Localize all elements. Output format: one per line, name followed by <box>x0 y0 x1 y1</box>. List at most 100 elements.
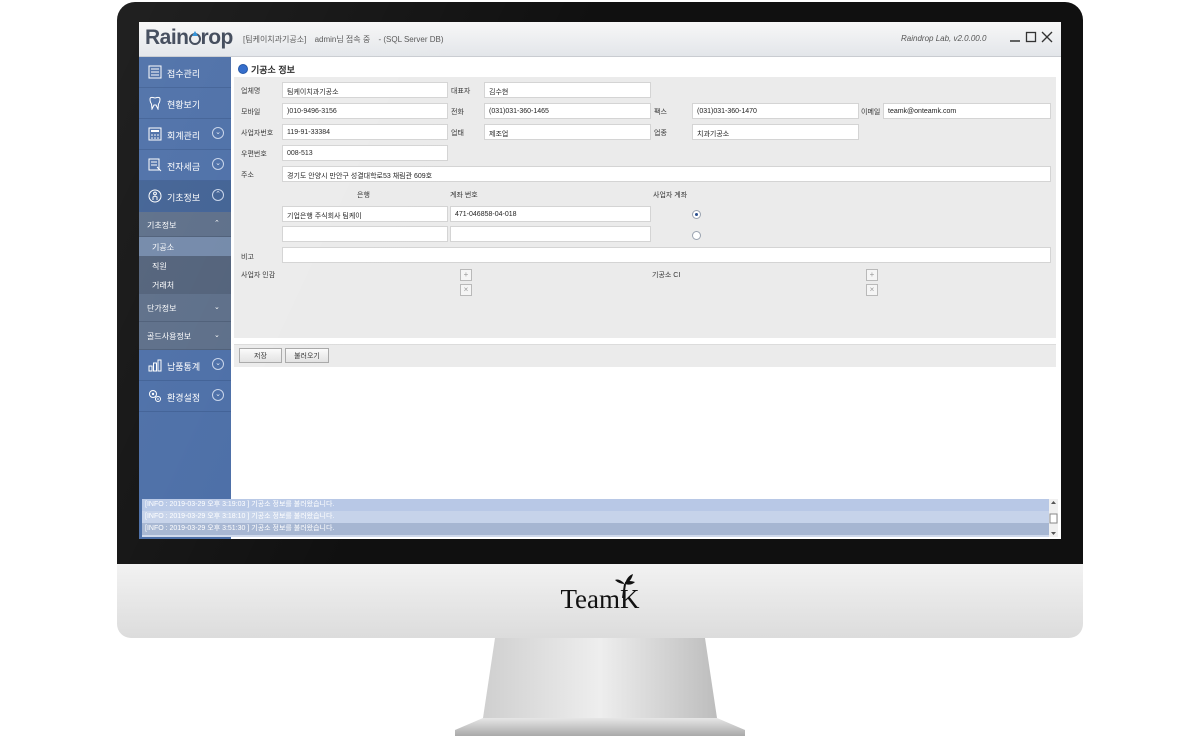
business-account-radio[interactable] <box>692 210 701 219</box>
main-content: 기공소 정보 업체명 팀케이치과기공소 대표자 김수현 모바일 )010-949… <box>231 57 1061 497</box>
caret-up-icon: ⌃ <box>214 220 220 227</box>
sidebar-subitem-staff[interactable]: 직원 <box>139 256 231 275</box>
memo-label: 비고 <box>241 254 254 261</box>
sidebar-item-label: 전자세금 <box>167 162 201 172</box>
log-panel: [INFO : 2019-03-29 오후 3:19:03 ] 기공소 정보를 … <box>142 499 1058 537</box>
log-scrollbar[interactable] <box>1049 499 1058 537</box>
phone-field[interactable]: (031)031-360-1465 <box>484 103 651 119</box>
info-icon <box>148 189 162 203</box>
mobile-label: 모바일 <box>241 109 261 116</box>
leaf-logo-icon <box>615 574 635 599</box>
monitor-chin: TeamK <box>117 564 1083 638</box>
bizno-label: 사업자번호 <box>241 130 274 137</box>
seal-label: 사업자 인감 <box>241 272 276 279</box>
company-field[interactable]: 팀케이치과기공소 <box>282 82 448 98</box>
email-label: 이메일 <box>861 109 881 116</box>
sidebar-subgroup-basic-info[interactable]: 기초정보 ⌃ <box>139 212 231 237</box>
title-info: [팀케이치과기공소] admin님 접속 중 - (SQL Server DB) <box>243 34 450 45</box>
lab-info-form: 업체명 팀케이치과기공소 대표자 김수현 모바일 )010-9496-3156 … <box>234 77 1056 338</box>
sidebar-item-label: 접수관리 <box>167 69 201 79</box>
app-logo: Rain rop <box>145 26 233 50</box>
chevron-down-icon[interactable]: ⌄ <box>212 158 224 170</box>
business-account-column-header: 사업자 계좌 <box>653 192 688 199</box>
caret-down-icon: ⌄ <box>214 332 220 339</box>
db-info: - (SQL Server DB) <box>378 35 444 44</box>
subitem-label: 기공소 <box>152 243 175 252</box>
phone-label: 전화 <box>451 109 464 116</box>
bullet-icon <box>238 64 248 74</box>
email-field[interactable]: teamk@onteamk.com <box>883 103 1051 119</box>
close-icon[interactable] <box>1041 31 1053 43</box>
zip-field[interactable]: 008-513 <box>282 145 448 161</box>
chevron-down-icon[interactable]: ⌄ <box>212 389 224 401</box>
chevron-up-icon[interactable]: ⌃ <box>212 189 224 201</box>
ceo-field[interactable]: 김수현 <box>484 82 651 98</box>
invoice-icon <box>148 158 162 172</box>
bank-name-field[interactable]: 기업은행 주식회사 팀케이 <box>282 206 448 222</box>
address-field[interactable]: 경기도 안양시 만안구 성결대학로53 채림관 609호 <box>282 166 1051 182</box>
account-column-header: 계좌 번호 <box>450 192 478 199</box>
monitor-stand <box>455 638 745 736</box>
biztype-field[interactable]: 제조업 <box>484 124 651 140</box>
app-version: Raindrop Lab, v2.0.00.0 <box>901 34 987 43</box>
minimize-icon[interactable] <box>1009 31 1021 43</box>
seal-delete-icon[interactable]: × <box>460 284 472 296</box>
logo-text-post: rop <box>200 26 234 49</box>
session-status: admin님 접속 중 <box>314 35 371 44</box>
sidebar-item-status[interactable]: 현황보기 <box>139 88 231 119</box>
sidebar-subgroup-price[interactable]: 단가정보 ⌄ <box>139 294 231 322</box>
maximize-icon[interactable] <box>1025 31 1037 43</box>
sidebar-subitem-lab[interactable]: 기공소 <box>139 237 231 256</box>
lab-name: [팀케이치과기공소] <box>243 35 307 44</box>
sidebar-item-delivery-stats[interactable]: 납품통계 ⌄ <box>139 350 231 381</box>
ceo-label: 대표자 <box>451 88 471 95</box>
ci-label: 기공소 CI <box>652 272 681 279</box>
caret-down-icon: ⌄ <box>214 304 220 311</box>
sidebar-item-basic-info[interactable]: 기초정보 ⌃ <box>139 181 231 212</box>
fax-field[interactable]: (031)031-360-1470 <box>692 103 859 119</box>
ci-delete-icon[interactable]: × <box>866 284 878 296</box>
subgroup-label: 기초정보 <box>147 221 177 230</box>
section-title-text: 기공소 정보 <box>251 65 295 75</box>
raindrop-icon <box>188 31 201 45</box>
app-window: Rain rop [팀케이치과기공소] admin님 접속 중 - (SQL Se… <box>139 22 1061 539</box>
sidebar-item-label: 현황보기 <box>167 100 201 110</box>
sidebar-item-settings[interactable]: 환경설정 ⌄ <box>139 381 231 412</box>
chevron-down-icon[interactable]: ⌄ <box>212 127 224 139</box>
mobile-field[interactable]: )010-9496-3156 <box>282 103 448 119</box>
company-label: 업체명 <box>241 88 261 95</box>
sidebar-item-label: 납품통계 <box>167 362 201 372</box>
settings-icon <box>149 390 161 402</box>
ci-add-icon[interactable]: + <box>866 269 878 281</box>
sidebar-subitem-clients[interactable]: 거래처 <box>139 275 231 294</box>
sidebar-subgroup-gold[interactable]: 골드사용정보 ⌄ <box>139 322 231 350</box>
seal-add-icon[interactable]: + <box>460 269 472 281</box>
subitem-label: 직원 <box>152 262 167 271</box>
address-label: 주소 <box>241 172 254 179</box>
log-entry: [INFO : 2019-03-29 오후 3:18:10 ] 기공소 정보를 … <box>142 511 1058 523</box>
account-number-field[interactable] <box>450 226 651 242</box>
business-account-radio[interactable] <box>692 231 701 240</box>
account-number-field[interactable]: 471-046858-04-018 <box>450 206 651 222</box>
sidebar-item-accounting[interactable]: 회계관리 ⌄ <box>139 119 231 150</box>
logo-text-pre: Rain <box>145 26 189 49</box>
save-button[interactable]: 저장 <box>239 348 282 363</box>
bizno-field[interactable]: 119-91-33384 <box>282 124 448 140</box>
sidebar-item-reception[interactable]: 접수관리 <box>139 57 231 88</box>
log-entry: [INFO : 2019-03-29 오후 3:51:30 ] 기공소 정보를 … <box>142 523 1058 535</box>
subitem-label: 거래처 <box>152 281 175 290</box>
biztype-label: 업태 <box>451 130 464 137</box>
bizitem-field[interactable]: 치과기공소 <box>692 124 859 140</box>
sidebar-item-etax[interactable]: 전자세금 ⌄ <box>139 150 231 181</box>
sidebar-item-label: 회계관리 <box>167 131 201 141</box>
monitor-brand: TeamK <box>117 584 1083 615</box>
sidebar-item-label: 기초정보 <box>167 193 201 203</box>
memo-field[interactable] <box>282 247 1051 263</box>
subgroup-label: 단가정보 <box>147 304 177 313</box>
chevron-down-icon[interactable]: ⌄ <box>212 358 224 370</box>
calculator-icon <box>148 127 162 141</box>
load-button[interactable]: 불러오기 <box>285 348 329 363</box>
bank-name-field[interactable] <box>282 226 448 242</box>
fax-label: 팩스 <box>654 109 667 116</box>
log-entry: [INFO : 2019-03-29 오후 3:19:03 ] 기공소 정보를 … <box>142 499 1058 511</box>
